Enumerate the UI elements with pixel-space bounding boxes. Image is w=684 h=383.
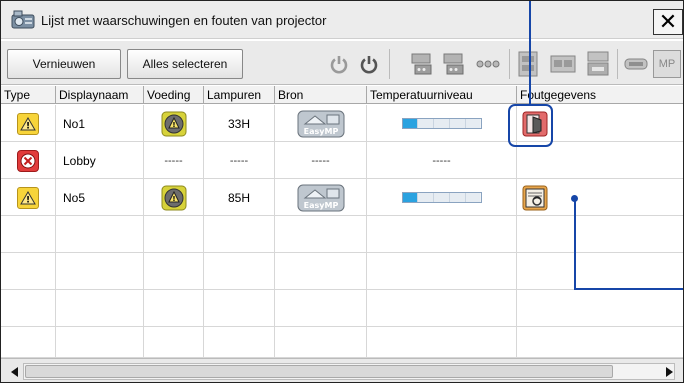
svg-text:!: !: [172, 121, 175, 129]
close-icon: ✕: [658, 9, 678, 34]
toolbar-separator: [617, 49, 618, 79]
table-row-empty: [1, 290, 683, 327]
table-row[interactable]: Lobby ----- ----- ----- -----: [1, 142, 683, 179]
toolbar: Vernieuwen Alles selecteren MP: [1, 41, 683, 85]
easymp-source-icon: EasyMP: [297, 184, 344, 211]
table-row[interactable]: ! No1 ! 33H EasyMP: [1, 105, 683, 142]
lamp-warning-icon: !: [161, 185, 186, 210]
easymp-label: EasyMP: [303, 201, 338, 210]
column-header-display-name[interactable]: Displaynaam: [56, 86, 144, 104]
scroll-left-button[interactable]: [7, 363, 23, 380]
warning-icon: !: [17, 112, 39, 135]
input-usb-icon: [624, 58, 648, 70]
projector-app-icon: [11, 10, 35, 29]
select-all-button-label: Alles selecteren: [142, 57, 228, 71]
input-computer1-button[interactable]: [409, 50, 437, 78]
svg-text:!: !: [26, 121, 30, 131]
table-row-empty: [1, 253, 683, 290]
window-title: Lijst met waarschuwingen en fouten van p…: [41, 13, 327, 28]
easymp-label: EasyMP: [303, 127, 338, 136]
filter-error-icon[interactable]: [522, 185, 548, 211]
input-more-button[interactable]: [475, 50, 501, 78]
input-svideo-icon: [550, 55, 576, 73]
table-row-empty: [1, 216, 683, 253]
power-on-icon: [330, 56, 348, 74]
power-off-icon: [360, 56, 378, 74]
display-name: Lobby: [56, 142, 144, 179]
projector-alert-window: Lijst met waarschuwingen en fouten van p…: [0, 0, 684, 383]
scroll-right-button[interactable]: [661, 363, 677, 380]
input-svideo-button[interactable]: [549, 50, 577, 78]
column-header-type[interactable]: Type: [1, 86, 56, 104]
input-mp-button[interactable]: MP: [653, 50, 681, 78]
refresh-button-label: Vernieuwen: [32, 57, 96, 71]
column-header-error-data[interactable]: Foutgegevens: [517, 86, 683, 104]
temperature-bar: [401, 192, 482, 203]
lamp-hours: -----: [204, 142, 275, 179]
column-header-temperature[interactable]: Temperatuurniveau: [367, 86, 517, 104]
svg-text:!: !: [26, 195, 30, 205]
power-off-button[interactable]: [357, 50, 381, 78]
input-hdmi-button[interactable]: [585, 50, 611, 78]
input-computer1-icon: [411, 53, 432, 75]
power-on-button[interactable]: [327, 50, 351, 78]
lamp-hours: 33H: [204, 105, 275, 142]
table-row-empty: [1, 327, 683, 358]
temperature: -----: [367, 142, 517, 179]
input-mp-icon: MP: [658, 58, 676, 70]
source: -----: [275, 142, 367, 179]
refresh-button[interactable]: Vernieuwen: [7, 49, 121, 79]
callout-line: [529, 1, 531, 104]
input-more-icon: [476, 60, 500, 68]
column-header-lamp-hours[interactable]: Lampuren: [204, 86, 275, 104]
scrollbar-thumb[interactable]: [25, 365, 613, 378]
callout-line: [574, 288, 683, 290]
easymp-source-icon: EasyMP: [297, 110, 344, 137]
display-name: No5: [56, 179, 144, 216]
arrow-right-icon: [666, 366, 673, 377]
input-computer2-button[interactable]: [441, 50, 469, 78]
title-bar: Lijst met waarschuwingen en fouten van p…: [1, 1, 683, 39]
display-name: No1: [56, 105, 144, 142]
input-computer2-icon: [443, 53, 464, 75]
toolbar-separator: [509, 49, 510, 79]
lamp-warning-icon: !: [161, 111, 186, 136]
arrow-left-icon: [11, 366, 18, 377]
table-row[interactable]: ! No5 ! 85H EasyMP: [1, 179, 683, 216]
toolbar-separator: [389, 49, 390, 79]
power-status: -----: [144, 142, 204, 179]
error-icon: [17, 149, 39, 172]
projector-table: Type Displaynaam Voeding Lampuren Bron T…: [1, 86, 683, 358]
temperature-bar: [401, 118, 482, 129]
error-data: [517, 142, 683, 179]
lamp-hours: 85H: [204, 179, 275, 216]
warning-icon: !: [17, 186, 39, 209]
callout-highlight-box: [508, 104, 553, 147]
callout-line: [574, 198, 576, 288]
select-all-button[interactable]: Alles selecteren: [127, 49, 243, 79]
svg-text:!: !: [172, 195, 175, 203]
input-hdmi-icon: [587, 51, 609, 76]
horizontal-scrollbar[interactable]: [1, 358, 683, 382]
close-button[interactable]: ✕: [653, 9, 683, 35]
column-header-source[interactable]: Bron: [275, 86, 367, 104]
input-usb-button[interactable]: [623, 50, 649, 78]
column-header-power[interactable]: Voeding: [144, 86, 204, 104]
